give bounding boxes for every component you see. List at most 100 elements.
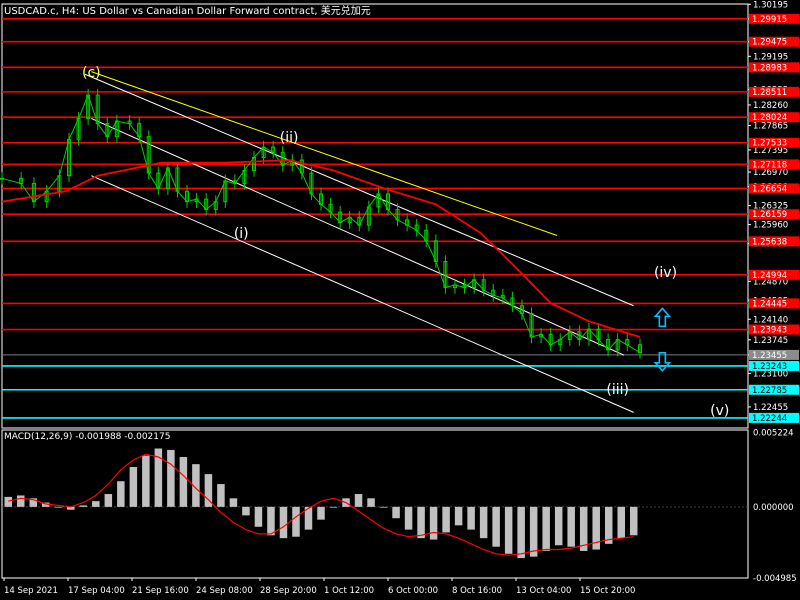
macd-histogram-bar [542, 506, 550, 551]
macd-histogram-bar [529, 506, 538, 557]
macd-panel[interactable]: 14 Sep 2021 17 Sep 04:00 21 Sep 16:00 24 Se… [1, 429, 797, 596]
macd-histogram-bar [567, 506, 575, 547]
macd-histogram-bar [454, 506, 463, 526]
macd-histogram-bar [392, 506, 400, 519]
resistance-level-label: 1.26159 [752, 210, 787, 220]
macd-panel-frame [1, 429, 749, 579]
x-tick-label: 6 Oct 00:00 [388, 586, 438, 596]
macd-histogram-bar [104, 494, 113, 507]
macd-histogram-bar [317, 506, 325, 520]
macd-histogram-bar [179, 457, 188, 507]
resistance-level-label: 1.24994 [752, 271, 787, 281]
y-tick-label: 1.28260 [753, 101, 788, 111]
macd-title: MACD(12,26,9) -0.001988 -0.002175 [4, 432, 171, 442]
wave-label: (iii) [606, 382, 629, 398]
down-arrow-icon [653, 351, 672, 372]
macd-histogram-bar [79, 505, 88, 507]
macd-histogram-bar [617, 506, 625, 539]
macd-y-tick-label: -0.004985 [753, 574, 797, 584]
macd-histogram-bar [517, 506, 525, 559]
macd-histogram-bar [279, 506, 288, 539]
wave-label: (ii) [280, 130, 299, 146]
x-tick-label: 17 Sep 04:00 [68, 586, 125, 596]
chart-canvas[interactable]: 1.301951.299151.294751.291951.285551.282… [0, 0, 800, 600]
support-level-label: 1.22244 [752, 414, 787, 424]
macd-histogram-bar [167, 449, 175, 507]
macd-signal-line [8, 453, 634, 556]
resistance-level-label: 1.28511 [752, 88, 787, 98]
x-tick-label: 8 Oct 16:00 [452, 586, 502, 596]
macd-histogram-bar [629, 506, 638, 536]
macd-histogram-bar [492, 506, 500, 547]
resistance-level-label: 1.24445 [752, 299, 787, 309]
macd-histogram-bar [267, 506, 275, 536]
price-panel[interactable]: 1.301951.299151.294751.291951.285551.282… [0, 0, 800, 429]
current-price-label: 1.23455 [752, 351, 787, 361]
macd-histogram-bar [554, 506, 563, 546]
resistance-level-label: 1.29915 [752, 15, 787, 25]
y-tick-label: 1.25960 [753, 221, 788, 231]
macd-histogram-bar [467, 506, 475, 530]
macd-histogram-bar [217, 484, 225, 507]
macd-histogram-bar [292, 506, 300, 537]
resistance-level-label: 1.28983 [752, 63, 787, 73]
macd-histogram-bar [404, 506, 413, 530]
macd-histogram-bar [129, 467, 138, 507]
channel-middle-line [91, 117, 625, 356]
macd-histogram-bar [242, 506, 250, 516]
chart-title: USDCAD.c, H4: US Dollar vs Canadian Doll… [4, 6, 371, 17]
x-tick-label: 1 Oct 12:00 [324, 586, 374, 596]
macd-histogram-bar [442, 506, 450, 533]
resistance-level-label: 1.23943 [752, 326, 787, 336]
macd-histogram-bar [429, 506, 438, 540]
macd-histogram-bar [367, 498, 375, 507]
x-tick-label: 28 Sep 20:00 [260, 586, 317, 596]
y-tick-label: 1.24140 [753, 315, 788, 325]
macd-histogram-bar [329, 506, 338, 508]
macd-histogram-bar [254, 506, 263, 527]
macd-histogram-bar [17, 495, 25, 507]
moving-average-line [1, 159, 641, 338]
macd-histogram-bar [54, 506, 63, 508]
x-tick-label: 15 Oct 20:00 [580, 586, 635, 596]
chart-window[interactable]: 1.301951.299151.294751.291951.285551.282… [0, 0, 800, 600]
up-arrow-icon [653, 307, 672, 328]
macd-histogram-bar [479, 506, 488, 539]
wave-label: (c) [82, 65, 101, 81]
macd-histogram-bar [92, 501, 100, 507]
support-level-label: 1.23243 [752, 362, 787, 372]
resistance-level-label: 1.27533 [752, 139, 787, 149]
resistance-level-label: 1.27118 [752, 160, 787, 170]
x-tick-label: 21 Sep 16:00 [132, 586, 189, 596]
x-tick-label: 13 Oct 04:00 [516, 586, 571, 596]
resistance-level-label: 1.29475 [752, 38, 787, 48]
macd-histogram-bar [417, 506, 425, 539]
macd-histogram-bar [354, 494, 363, 507]
price-line [1, 93, 641, 354]
channel-upper-line [84, 73, 634, 307]
macd-histogram-bar [229, 498, 238, 507]
macd-histogram-bar [604, 506, 613, 544]
wave-label: (iv) [654, 265, 677, 281]
macd-histogram-bar [142, 455, 150, 507]
support-level-label: 1.22785 [752, 386, 787, 396]
macd-y-tick-label: 0.005224 [753, 429, 794, 439]
x-tick-label: 24 Sep 08:00 [196, 586, 253, 596]
macd-histogram-bar [117, 481, 125, 507]
resistance-level-label: 1.25638 [752, 237, 787, 247]
trendline [91, 71, 558, 236]
resistance-level-label: 1.28024 [752, 113, 787, 123]
wave-label: (v) [710, 403, 729, 419]
macd-histogram-bar [504, 506, 513, 554]
y-tick-label: 1.30195 [753, 0, 788, 10]
wave-label: (i) [234, 226, 249, 242]
macd-histogram-bar [379, 506, 388, 508]
macd-y-tick-label: 0.000000 [753, 503, 794, 513]
y-tick-label: 1.29195 [753, 52, 788, 62]
y-tick-label: 1.22455 [753, 403, 788, 413]
resistance-level-label: 1.26654 [752, 184, 787, 194]
macd-histogram-bar [4, 496, 13, 507]
channel-lower-line [91, 175, 634, 413]
x-tick-label: 14 Sep 2021 [4, 586, 58, 596]
y-tick-label: 1.23745 [753, 336, 788, 346]
